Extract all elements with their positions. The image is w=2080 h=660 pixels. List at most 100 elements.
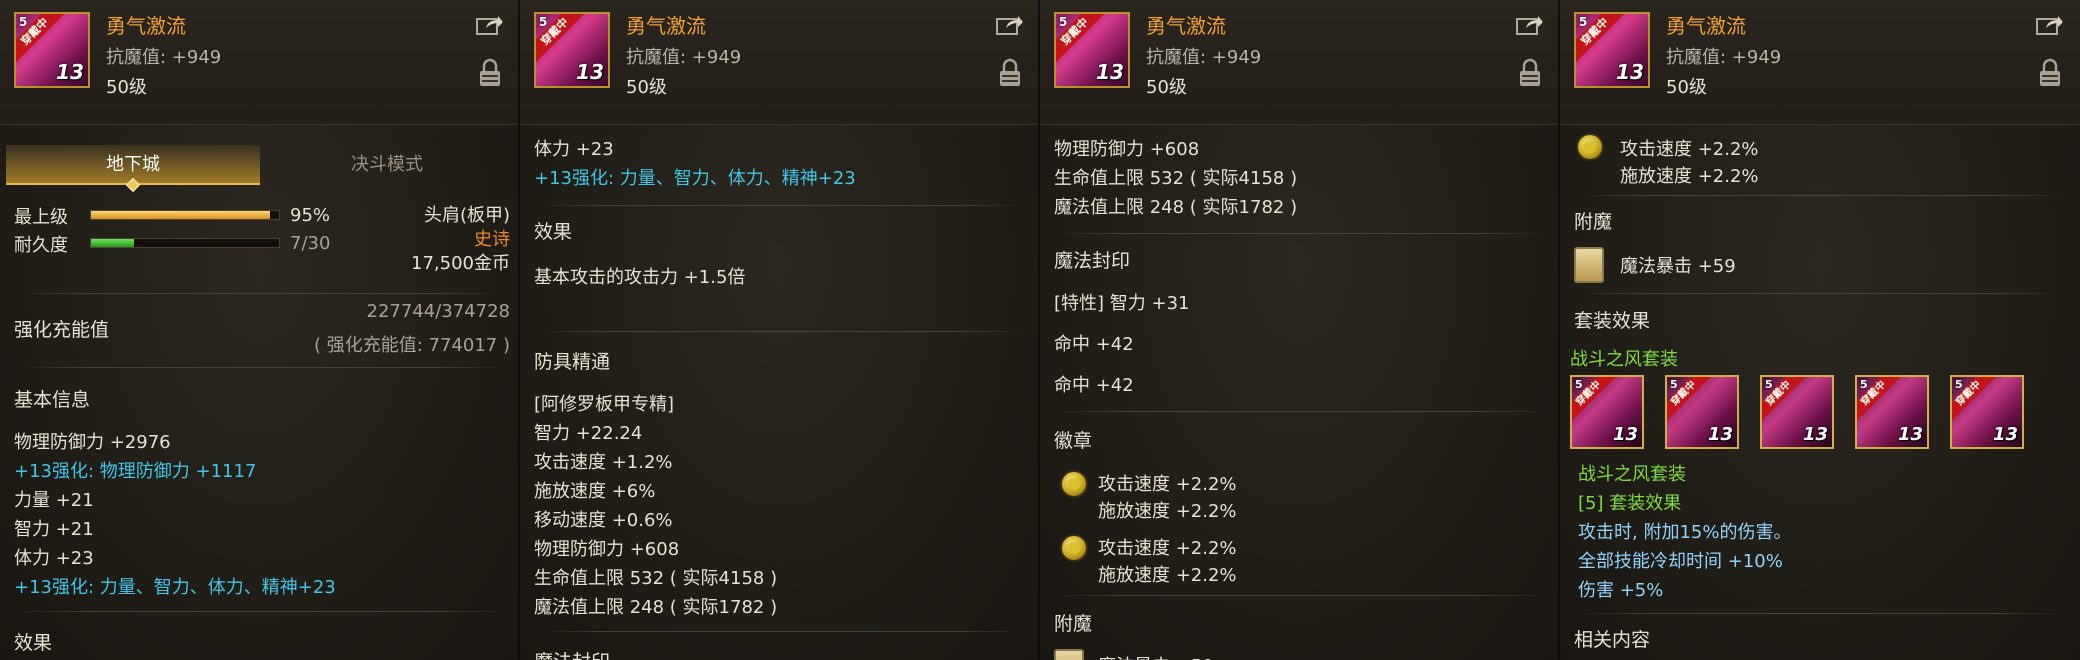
item-name: 勇气激流 [1666, 14, 1746, 38]
divider [534, 331, 1028, 332]
rank-label: 5 [1860, 378, 1868, 391]
set-piece-icon[interactable]: 穿戴中 5 13 [1855, 375, 1929, 449]
mastery-line: 生命值上限 532 ( 实际4158 ) [534, 568, 778, 589]
rank-label: 5 [1575, 378, 1583, 391]
effect-line: 基本攻击的攻击力 +1.5倍 [534, 267, 746, 288]
enchant-title: 附魔 [1054, 613, 1093, 635]
item-level: 50级 [106, 77, 147, 98]
enhance-level: 13 [576, 60, 604, 84]
stat-line: 物理防御力 +2976 [14, 432, 171, 453]
set-effect-line: 攻击时, 附加15%的伤害。 [1578, 522, 1792, 543]
enhance-level: 13 [1707, 424, 1733, 445]
tooltip-panel-1: 穿戴中 5 13 勇气激流 抗魔值: +949 50级 地下城 决斗模式 最上级… [0, 0, 520, 660]
gold-orb-icon [1060, 470, 1088, 498]
enchant-title: 附魔 [1574, 211, 1613, 233]
item-name: 勇气激流 [1146, 14, 1226, 38]
rank-label: 5 [539, 15, 548, 29]
tooltip-panel-2: 穿戴中 5 13 勇气激流 抗魔值: +949 50级 体力 +23 +13强化… [520, 0, 1040, 660]
divider [1054, 411, 1548, 412]
set-piece-icon[interactable]: 穿戴中 5 13 [1760, 375, 1834, 449]
rank-label: 5 [1670, 378, 1678, 391]
set-effect-line: 全部技能冷却时间 +10% [1578, 551, 1783, 572]
tooltip-body: 物理防御力 +608 生命值上限 532 ( 实际4158 ) 魔法值上限 24… [1040, 125, 1558, 660]
max-level-bar [90, 210, 280, 220]
card-icon [1574, 247, 1604, 283]
stat-line: 物理防御力 +608 [1054, 139, 1200, 160]
item-icon: 穿戴中 5 13 [1054, 12, 1130, 88]
share-icon[interactable] [476, 14, 504, 36]
set-count: [5] 套装效果 [1578, 493, 1682, 514]
divider [534, 205, 1028, 206]
mastery-line: 物理防御力 +608 [534, 539, 680, 560]
gold-orb-icon [1576, 133, 1604, 161]
enhance-level: 13 [1897, 424, 1923, 445]
divider [1574, 613, 2068, 614]
max-level-fill [91, 211, 270, 219]
tooltip-panel-4: 穿戴中 5 13 勇气激流 抗魔值: +949 50级 攻击速度 +2.2% 施… [1560, 0, 2080, 660]
divider [1054, 233, 1548, 234]
share-icon[interactable] [1516, 14, 1544, 36]
item-stat: 抗魔值: +949 [1666, 47, 1782, 68]
seal-title: 魔法封印 [1054, 250, 1131, 272]
set-piece-icon[interactable]: 穿戴中 5 13 [1570, 375, 1644, 449]
charge-value: 227744/374728 [366, 301, 511, 322]
item-name: 勇气激流 [626, 14, 706, 38]
lock-icon[interactable] [2038, 58, 2062, 88]
stat-line: 体力 +23 [534, 139, 614, 160]
enhance-level: 13 [1096, 60, 1124, 84]
divider [1054, 595, 1548, 596]
emblem-line: 施放速度 +2.2% [1620, 166, 1759, 187]
durability-bar [90, 238, 280, 248]
lock-icon[interactable] [998, 58, 1022, 88]
share-icon[interactable] [2036, 14, 2064, 36]
share-icon[interactable] [996, 14, 1024, 36]
set-name: 战斗之风套装 [1578, 464, 1686, 485]
mastery-line: 移动速度 +0.6% [534, 510, 673, 531]
rank-label: 5 [1059, 15, 1068, 29]
durability-value: 7/30 [290, 233, 331, 254]
tooltip-body: 体力 +23 +13强化: 力量、智力、体力、精神+23 效果 基本攻击的攻击力… [520, 125, 1038, 660]
card-icon [1054, 649, 1084, 660]
item-stat: 抗魔值: +949 [626, 47, 742, 68]
stat-line: 体力 +23 [14, 548, 94, 569]
lock-icon[interactable] [478, 58, 502, 88]
rank-label: 5 [19, 15, 28, 29]
enhance-level: 13 [1802, 424, 1828, 445]
item-header: 穿戴中 5 13 勇气激流 抗魔值: +949 50级 [1040, 0, 1558, 125]
emblem-line: 攻击速度 +2.2% [1098, 538, 1237, 559]
emblem-title: 徽章 [1054, 430, 1093, 452]
set-piece-icon[interactable]: 穿戴中 5 13 [1665, 375, 1739, 449]
tooltip-strip: 穿戴中 5 13 勇气激流 抗魔值: +949 50级 地下城 决斗模式 最上级… [0, 0, 2080, 660]
item-level: 50级 [1146, 77, 1187, 98]
set-piece-icon[interactable]: 穿戴中 5 13 [1950, 375, 2024, 449]
divider [14, 367, 508, 368]
item-level: 50级 [626, 77, 667, 98]
rarity-label: 史诗 [474, 229, 510, 250]
seal-line: 命中 +42 [1054, 375, 1134, 396]
stat-line: 力量 +21 [14, 490, 94, 511]
enhance-level: 13 [1612, 424, 1638, 445]
item-header: 穿戴中 5 13 勇气激流 抗魔值: +949 50级 [520, 0, 1038, 125]
seal-title: 魔法封印 [534, 647, 610, 660]
seal-line: [特性] 智力 +31 [1054, 293, 1190, 314]
emblem-line: 施放速度 +2.2% [1098, 501, 1237, 522]
rank-label: 5 [1955, 378, 1963, 391]
enchant-line: 魔法暴击 +59 [1098, 652, 1214, 660]
item-stat: 抗魔值: +949 [1146, 47, 1262, 68]
tab-dungeon[interactable]: 地下城 [6, 145, 260, 193]
stat-line: 魔法值上限 248 ( 实际1782 ) [1054, 197, 1298, 218]
lock-icon[interactable] [1518, 58, 1542, 88]
set-name: 战斗之风套装 [1570, 349, 1678, 370]
set-effect-title: 套装效果 [1574, 310, 1651, 332]
tab-pvp[interactable]: 决斗模式 [260, 145, 514, 185]
basic-info-title: 基本信息 [14, 389, 91, 411]
slot-type: 头肩(板甲) [423, 205, 510, 226]
mastery-line: 智力 +22.24 [534, 423, 643, 444]
emblem-line: 攻击速度 +2.2% [1620, 139, 1759, 160]
stat-line: 生命值上限 532 ( 实际4158 ) [1054, 168, 1298, 189]
mastery-title: 防具精通 [534, 351, 611, 373]
price-label: 17,500金币 [411, 253, 510, 274]
emblem-line: 施放速度 +2.2% [1098, 565, 1237, 586]
item-level: 50级 [1666, 77, 1707, 98]
tooltip-body: 攻击速度 +2.2% 施放速度 +2.2% 附魔 魔法暴击 +59 套装效果 战… [1560, 125, 2080, 660]
